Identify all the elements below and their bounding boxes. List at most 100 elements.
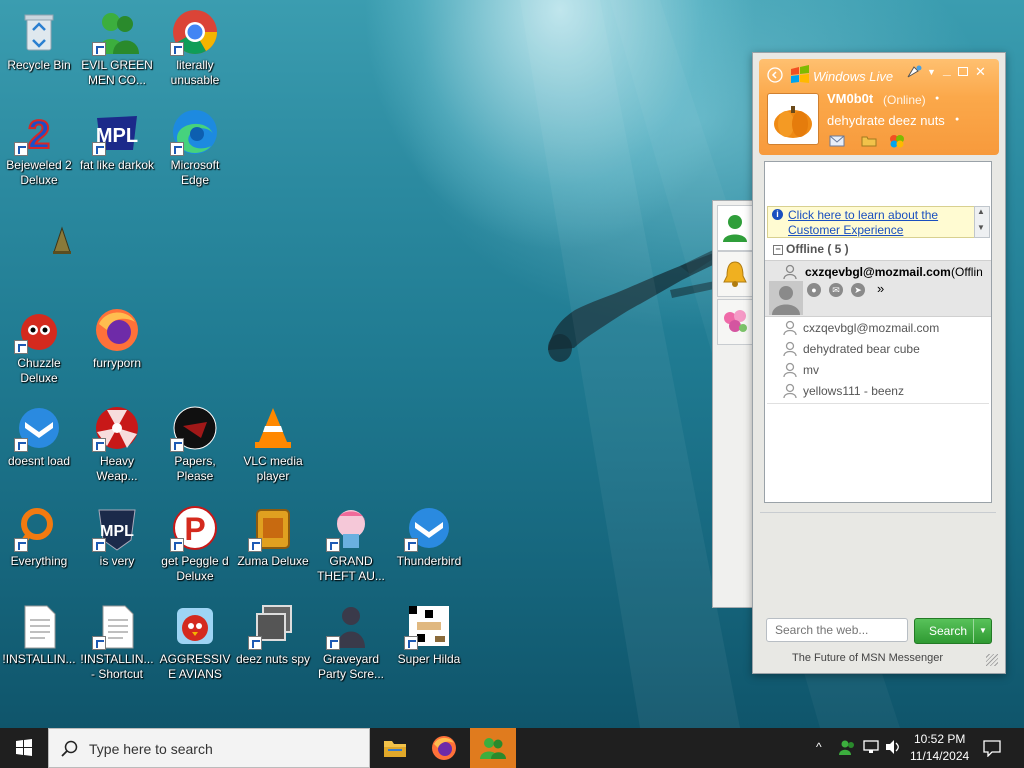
- desktop-icon-edge[interactable]: Microsoft Edge: [156, 104, 234, 200]
- pm-dropdown-icon[interactable]: ●: [955, 116, 959, 123]
- firefox-icon: [96, 309, 138, 351]
- network-icon[interactable]: [862, 739, 880, 755]
- contact-list-item[interactable]: mv: [765, 360, 991, 380]
- pumpkin-icon: [774, 106, 812, 138]
- shortcut-arrow-icon: [92, 636, 106, 650]
- search-options-dropdown[interactable]: ▼: [973, 619, 992, 643]
- desktop-icon-heavy-weapon[interactable]: Heavy Weap...: [78, 400, 156, 496]
- desktop-icon-bejeweled[interactable]: 2 Bejeweled 2 Deluxe: [0, 104, 78, 200]
- desktop-icon-gta[interactable]: GRAND THEFT AU...: [312, 500, 390, 596]
- clock-time[interactable]: 10:52 PM: [914, 732, 965, 746]
- customer-experience-link[interactable]: Click here to learn about the Customer E…: [788, 208, 958, 238]
- desktop-icon-label: Bejeweled 2 Deluxe: [6, 158, 72, 187]
- more-actions-button[interactable]: »: [877, 281, 884, 296]
- clock-date[interactable]: 11/14/2024: [910, 749, 969, 763]
- desktop-icon-installing-1[interactable]: !INSTALLIN...: [0, 598, 78, 694]
- desktop-icon-zuma[interactable]: Zuma Deluxe: [234, 500, 312, 596]
- contact-email-icon[interactable]: ✉: [829, 283, 843, 297]
- mail-icon[interactable]: [829, 135, 845, 147]
- resize-grip[interactable]: [986, 654, 998, 666]
- avatar[interactable]: [767, 93, 819, 145]
- contact-list-item[interactable]: dehydrated bear cube: [765, 339, 991, 359]
- shortcut-arrow-icon: [170, 42, 184, 56]
- desktop-icon-peggle[interactable]: Pget Peggle d Deluxe: [156, 500, 234, 596]
- contact-name: yellows111 - beenz: [803, 384, 904, 398]
- contact-person-icon: [783, 383, 797, 399]
- recycle-bin-icon: [24, 14, 54, 51]
- selected-contact-email: cxzqevbgl@mozmail.com: [805, 265, 951, 279]
- desktop-icon-installing-2[interactable]: !INSTALLIN... - Shortcut: [78, 598, 156, 694]
- desktop-icon-thunderbird[interactable]: Thunderbird: [390, 500, 468, 596]
- volume-icon[interactable]: [884, 739, 902, 755]
- username[interactable]: VM0b0t: [827, 91, 873, 106]
- desktop-icon-thunderbird-1[interactable]: doesnt load: [0, 400, 78, 496]
- desktop-icon-angry-birds[interactable]: AGGRESSIVE AVIANS: [156, 598, 234, 694]
- msn-butterfly-icon[interactable]: [889, 133, 905, 149]
- selected-contact[interactable]: cxzqevbgl@mozmail.com (Offlin ● ✉ ➤ »: [765, 260, 991, 317]
- messenger-bottom: [760, 512, 996, 513]
- desktop-icon-deez-nuts-spy[interactable]: deez nuts spy: [234, 598, 312, 694]
- desktop-icon-graveyard[interactable]: Graveyard Party Scre...: [312, 598, 390, 694]
- back-icon[interactable]: [767, 67, 783, 83]
- msn-tray-icon[interactable]: [838, 738, 856, 756]
- contact-avatar[interactable]: [769, 281, 803, 315]
- tab-contacts[interactable]: [717, 205, 753, 251]
- show-hidden-icons[interactable]: ^: [816, 740, 822, 754]
- desktop-icon-label: Recycle Bin: [7, 58, 71, 72]
- messenger-taskbar-button[interactable]: [470, 728, 516, 768]
- folder-icon[interactable]: [861, 135, 877, 147]
- close-button[interactable]: ✕: [975, 64, 986, 80]
- taskbar-search-box[interactable]: Type here to search: [48, 728, 370, 768]
- tab-flowers[interactable]: [717, 299, 753, 345]
- contact-list-item[interactable]: cxzqevbgl@mozmail.com: [765, 318, 991, 338]
- notification-icon[interactable]: [982, 739, 1002, 757]
- contact-person-icon: [783, 264, 797, 280]
- shortcut-arrow-icon: [404, 636, 418, 650]
- start-button[interactable]: [0, 728, 48, 768]
- status-dropdown-icon[interactable]: ●: [935, 95, 939, 102]
- messenger-side-tabs: [712, 200, 753, 608]
- desktop-icon-mpl-2[interactable]: MPL is very: [78, 500, 156, 596]
- desktop-icon-recycle-bin[interactable]: Recycle Bin: [0, 4, 78, 100]
- maximize-button[interactable]: [958, 67, 968, 76]
- windows-logo-icon: [791, 65, 809, 83]
- info-banner: i Click here to learn about the Customer…: [767, 206, 975, 238]
- desktop-icon-label: Everything: [10, 554, 68, 568]
- minimize-button[interactable]: _: [943, 61, 951, 77]
- web-search-button[interactable]: Search ▼: [914, 618, 992, 644]
- contact-list-item[interactable]: yellows111 - beenz: [765, 381, 991, 401]
- firefox-taskbar-icon[interactable]: [430, 734, 458, 762]
- desktop-icon-papers-please[interactable]: Papers, Please: [156, 400, 234, 496]
- contact-profile-icon[interactable]: ●: [807, 283, 821, 297]
- personal-message[interactable]: dehydrate deez nuts: [827, 113, 945, 128]
- desktop-icon-everything[interactable]: Everything: [0, 500, 78, 596]
- collapse-icon[interactable]: −: [773, 244, 783, 255]
- online-status[interactable]: (Online): [883, 93, 926, 107]
- paint-icon[interactable]: [905, 63, 923, 81]
- desktop-icon-label: deez nuts spy: [235, 652, 311, 666]
- desktop-icon-mpl[interactable]: MPL fat like darkok: [78, 104, 156, 200]
- desktop-icon-label: Zuma Deluxe: [237, 554, 309, 568]
- svg-text:P: P: [184, 511, 205, 547]
- desktop-icon-chuzzle[interactable]: Chuzzle Deluxe: [0, 302, 78, 398]
- menu-dropdown-icon[interactable]: ▼: [927, 67, 936, 77]
- file-explorer-icon[interactable]: [382, 736, 408, 760]
- desktop-icon-label: Chuzzle Deluxe: [17, 356, 61, 385]
- web-search-input[interactable]: [766, 618, 908, 642]
- contact-chat-icon[interactable]: ➤: [851, 283, 865, 297]
- desktop-icon-vlc[interactable]: VLC media player: [234, 400, 312, 496]
- desktop-icon-label: get Peggle d Deluxe: [161, 554, 229, 583]
- shortcut-arrow-icon: [326, 538, 340, 552]
- info-scrollbar[interactable]: ▲ ▼: [974, 206, 990, 238]
- desktop-icon-chrome[interactable]: literally unusable: [156, 4, 234, 100]
- desktop-icon-evil-green-men[interactable]: EVIL GREEN MEN CO...: [78, 4, 156, 100]
- desktop-icon-super-hilda[interactable]: Super Hilda: [390, 598, 468, 694]
- tab-alerts[interactable]: [717, 251, 753, 297]
- contact-name: mv: [803, 363, 819, 377]
- shortcut-arrow-icon: [14, 538, 28, 552]
- shortcut-arrow-icon: [248, 636, 262, 650]
- desktop-icon-label: doesnt load: [7, 454, 71, 468]
- group-header-offline[interactable]: − Offline ( 5 ): [773, 242, 973, 258]
- bell-desktop-icon[interactable]: [50, 226, 74, 256]
- desktop-icon-firefox[interactable]: furryporn: [78, 302, 156, 398]
